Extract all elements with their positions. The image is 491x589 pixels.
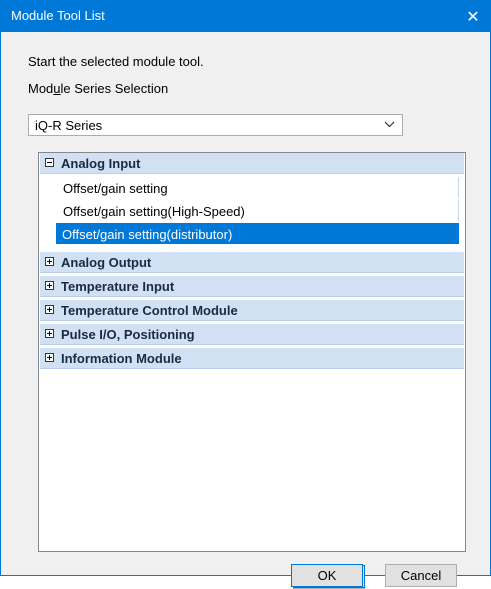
expand-icon[interactable] [45, 329, 54, 338]
collapse-icon[interactable] [45, 158, 54, 167]
tree-category-label: Temperature Input [61, 279, 175, 294]
tree-category-analog-input[interactable]: Analog Input [40, 153, 464, 174]
tree-category-label: Analog Input [61, 156, 141, 171]
tree-category-temperature-control-module[interactable]: Temperature Control Module [40, 300, 464, 321]
tree-item-offset-gain-high-speed[interactable]: Offset/gain setting(High-Speed) [40, 200, 464, 221]
tree-item-label: Offset/gain setting(High-Speed) [63, 204, 245, 219]
instruction-text: Start the selected module tool. [28, 54, 204, 69]
tree-item-offset-gain[interactable]: Offset/gain setting [40, 177, 464, 198]
tree-category-label: Analog Output [61, 255, 152, 270]
expand-icon[interactable] [45, 257, 54, 266]
tree-item-label: Offset/gain setting(distributor) [62, 227, 233, 242]
series-dropdown-value: iQ-R Series [35, 118, 103, 133]
module-tool-list-dialog: Module Tool List ✕ Start the selected mo… [0, 0, 491, 589]
tree-item-offset-gain-distributor[interactable]: Offset/gain setting(distributor) [56, 223, 459, 244]
close-icon[interactable]: ✕ [456, 1, 490, 32]
tree-category-temperature-input[interactable]: Temperature Input [40, 276, 464, 297]
series-label-mnemonic: u [53, 81, 61, 96]
module-tree[interactable]: Analog Input Offset/gain setting Offset/… [38, 152, 466, 552]
tree-category-label: Information Module [61, 351, 182, 366]
tree-category-label: Pulse I/O, Positioning [61, 327, 195, 342]
title-bar[interactable]: Module Tool List ✕ [1, 1, 490, 32]
tree-category-pulse-io-positioning[interactable]: Pulse I/O, Positioning [40, 324, 464, 345]
expand-icon[interactable] [45, 353, 54, 362]
series-label-part: le Series Selection [60, 81, 169, 96]
series-label-part: Mod [28, 81, 54, 96]
chevron-down-icon[interactable] [384, 117, 395, 134]
series-selection-label: Module Series Selection [28, 81, 168, 96]
series-dropdown[interactable]: iQ-R Series [28, 114, 403, 136]
tree-item-label: Offset/gain setting [63, 181, 168, 196]
tree-category-information-module[interactable]: Information Module [40, 348, 464, 369]
expand-icon[interactable] [45, 281, 54, 290]
tree-category-analog-output[interactable]: Analog Output [40, 252, 464, 273]
expand-icon[interactable] [45, 305, 54, 314]
dialog-title: Module Tool List [11, 8, 105, 23]
tree-category-label: Temperature Control Module [61, 303, 238, 318]
